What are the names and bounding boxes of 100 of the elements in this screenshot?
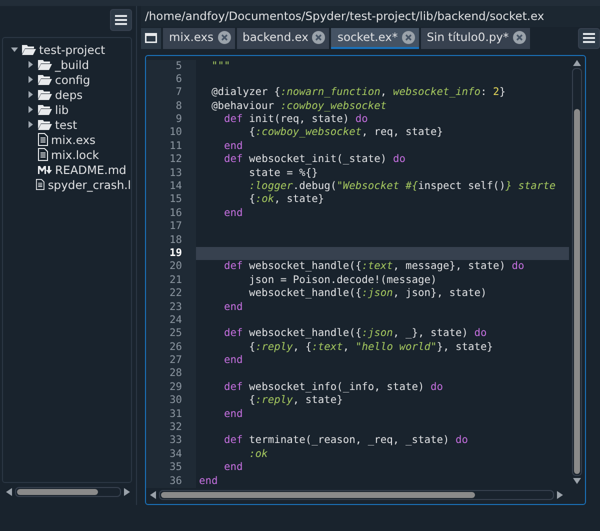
tree-item[interactable]: test-project	[39, 42, 106, 56]
editor-tab[interactable]: socket.ex*	[331, 28, 419, 48]
line-number: 7	[146, 86, 196, 100]
options-button[interactable]	[578, 28, 600, 48]
code-line: def websocket_handle({:json, _}, state) do	[223, 327, 488, 341]
code-line: websocket_handle({:json, json}, state)	[248, 287, 488, 301]
folder-icon	[22, 44, 36, 55]
line-number: 25	[146, 327, 196, 341]
line-number: 33	[146, 434, 196, 448]
expand-arrow-icon[interactable]	[26, 61, 34, 68]
line-number: 24	[146, 314, 196, 328]
code-line: end	[223, 140, 244, 154]
code-line: def terminate(_reason, _req, _state) do	[223, 434, 470, 448]
line-number: 32	[146, 421, 196, 434]
folder-icon	[38, 119, 52, 130]
file-icon	[38, 148, 48, 161]
expand-arrow-icon[interactable]	[26, 91, 34, 98]
file-icon	[38, 133, 48, 146]
window-icon	[145, 33, 157, 44]
tree-item[interactable]: test	[55, 118, 78, 132]
scroll-left-icon[interactable]	[6, 488, 12, 496]
line-number: 29	[146, 380, 196, 394]
expand-arrow-icon[interactable]	[26, 76, 34, 83]
line-number: 34	[146, 448, 196, 462]
line-number: 14	[146, 180, 196, 194]
tree-item[interactable]: deps	[55, 88, 83, 102]
line-number: 13	[146, 166, 196, 180]
tree-item[interactable]: _build	[55, 58, 90, 72]
code-line: end	[198, 474, 219, 488]
line-number: 36	[146, 474, 196, 488]
code-line: json = Poison.decode!(message)	[248, 274, 438, 288]
line-number: 5	[146, 60, 196, 73]
tree-item[interactable]: lib	[55, 102, 69, 116]
line-number: 30	[146, 394, 196, 408]
code-editor[interactable]	[145, 54, 586, 505]
vertical-scrollbar[interactable]	[572, 68, 582, 476]
code-line: {:ok, state}	[248, 193, 326, 207]
line-number: 31	[146, 408, 196, 422]
scroll-right-icon[interactable]	[124, 488, 130, 496]
menu-icon	[115, 15, 127, 25]
scroll-up-icon[interactable]	[573, 60, 581, 66]
line-number: 35	[146, 461, 196, 475]
markdown-icon	[38, 166, 52, 174]
code-line: end	[223, 300, 244, 314]
scroll-right-icon[interactable]	[557, 491, 563, 499]
line-number: 11	[146, 140, 196, 154]
code-line: :ok	[248, 448, 269, 462]
line-number: 12	[146, 153, 196, 167]
line-number: 10	[146, 126, 196, 140]
code-line: def websocket_info(_info, state) do	[223, 380, 444, 394]
folder-icon	[38, 74, 52, 85]
tree-item[interactable]: README.md	[55, 162, 126, 176]
code-line: {:cowboy_websocket, req, state}	[248, 126, 444, 140]
folder-icon	[38, 104, 52, 115]
options-button[interactable]	[110, 9, 132, 31]
tree-item[interactable]: spyder_crash.l	[48, 178, 131, 192]
code-line: end	[223, 354, 244, 368]
line-number: 17	[146, 220, 196, 234]
line-number: 20	[146, 260, 196, 274]
menu-icon	[583, 33, 595, 44]
code-line: @behaviour :cowboy_websocket	[210, 100, 388, 114]
close-icon[interactable]	[512, 30, 526, 44]
editor-tab[interactable]: backend.ex	[236, 28, 330, 48]
line-number: 27	[146, 354, 196, 368]
line-number: 15	[146, 193, 196, 207]
code-line: def init(req, state) do	[223, 113, 369, 126]
collapse-arrow-icon[interactable]	[10, 46, 18, 53]
expand-arrow-icon[interactable]	[26, 121, 34, 128]
horizontal-scrollbar[interactable]	[15, 487, 121, 497]
code-line: {:reply, state}	[248, 394, 344, 408]
line-number: 9	[146, 113, 196, 126]
tree-item[interactable]: mix.lock	[51, 148, 100, 162]
code-line: :logger.debug("Websocket #{inspect self()} starte	[248, 180, 557, 194]
scroll-down-icon[interactable]	[573, 478, 581, 484]
scroll-left-icon[interactable]	[150, 491, 156, 499]
code-line: end	[223, 206, 244, 220]
expand-arrow-icon[interactable]	[26, 106, 34, 113]
code-line: end	[223, 461, 244, 475]
line-number: 19	[146, 246, 196, 260]
close-icon[interactable]	[402, 30, 415, 44]
code-line: def websocket_init(_state) do	[223, 153, 406, 167]
line-number: 22	[146, 287, 196, 301]
horizontal-scrollbar[interactable]	[159, 490, 554, 500]
browse-tabs-button[interactable]	[141, 28, 161, 48]
tree-item[interactable]: mix.exs	[51, 132, 96, 146]
close-icon[interactable]	[312, 30, 326, 44]
code-line: {:reply, {:text, "hello world"}, state}	[248, 340, 494, 354]
tree-item[interactable]: config	[55, 72, 90, 86]
line-number: 8	[146, 100, 196, 114]
close-icon[interactable]	[218, 30, 231, 44]
line-number: 21	[146, 274, 196, 288]
line-number: 16	[146, 206, 196, 220]
editor-tab[interactable]: Sin título0.py*	[420, 28, 530, 48]
line-number: 18	[146, 234, 196, 247]
code-line: @dialyzer {:nowarn_function, websocket_info: 2}	[210, 86, 507, 100]
code-line: end	[223, 408, 244, 422]
code-line: state = %{}	[248, 166, 319, 180]
line-number: 6	[146, 72, 196, 86]
editor-tab[interactable]: mix.exs	[163, 28, 235, 48]
file-path: /home/andfoy/Documentos/Spyder/test-project/lib/backend/socket.ex	[141, 6, 600, 27]
